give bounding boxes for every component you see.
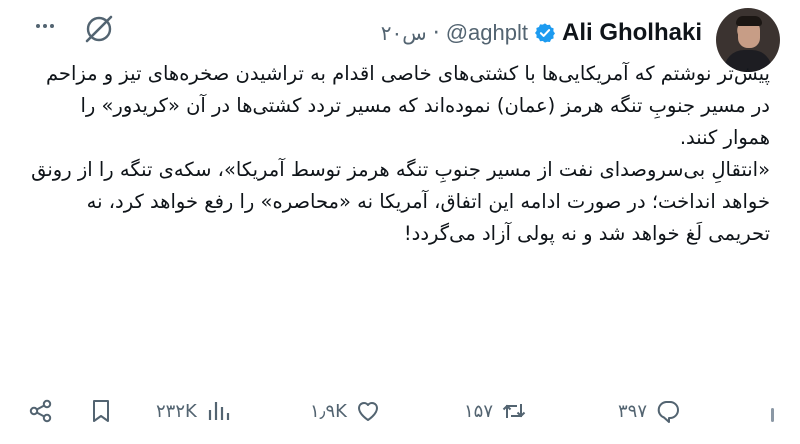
views-button[interactable]: ۲۳۲K <box>156 398 231 424</box>
verified-badge-icon <box>534 22 556 44</box>
author-row: Ali Gholhaki @aghplt · ۲۰س <box>381 18 702 48</box>
retweet-button[interactable]: ۱۵۷ <box>464 398 527 424</box>
share-icon <box>29 399 52 423</box>
share-button[interactable] <box>28 398 54 424</box>
likes-count: ۱٫۹K <box>310 400 347 422</box>
retweets-count: ۱۵۷ <box>464 400 494 422</box>
grok-icon[interactable] <box>82 12 116 46</box>
views-count: ۲۳۲K <box>156 400 197 422</box>
reply-button[interactable]: ۳۹۷ <box>618 398 681 424</box>
action-bar: ۲۳۲K ۱٫۹K ۱۵۷ ۳۹۷ <box>20 396 780 430</box>
tweet-body: پیش‌تر نوشتم که آمریکایی‌ها با کشتی‌های … <box>31 62 770 245</box>
like-button[interactable]: ۱٫۹K <box>310 398 381 424</box>
bookmark-button[interactable] <box>88 398 114 424</box>
tweet-header: Ali Gholhaki @aghplt · ۲۰س <box>20 8 780 72</box>
more-options-icon[interactable] <box>36 24 54 28</box>
action-bar-edge <box>771 408 774 422</box>
author-name[interactable]: Ali Gholhaki <box>562 19 702 47</box>
reply-icon <box>657 401 679 423</box>
like-icon <box>357 402 378 421</box>
tweet[interactable]: Ali Gholhaki @aghplt · ۲۰س پیش‌تر نوشتم … <box>0 0 800 444</box>
retweet-icon <box>502 404 526 418</box>
replies-count: ۳۹۷ <box>618 400 648 422</box>
bookmark-icon <box>93 400 109 422</box>
separator-dot: · <box>432 20 440 46</box>
author-handle[interactable]: @aghplt <box>446 20 528 46</box>
views-icon <box>208 402 229 420</box>
timestamp[interactable]: ۲۰س <box>381 21 427 45</box>
